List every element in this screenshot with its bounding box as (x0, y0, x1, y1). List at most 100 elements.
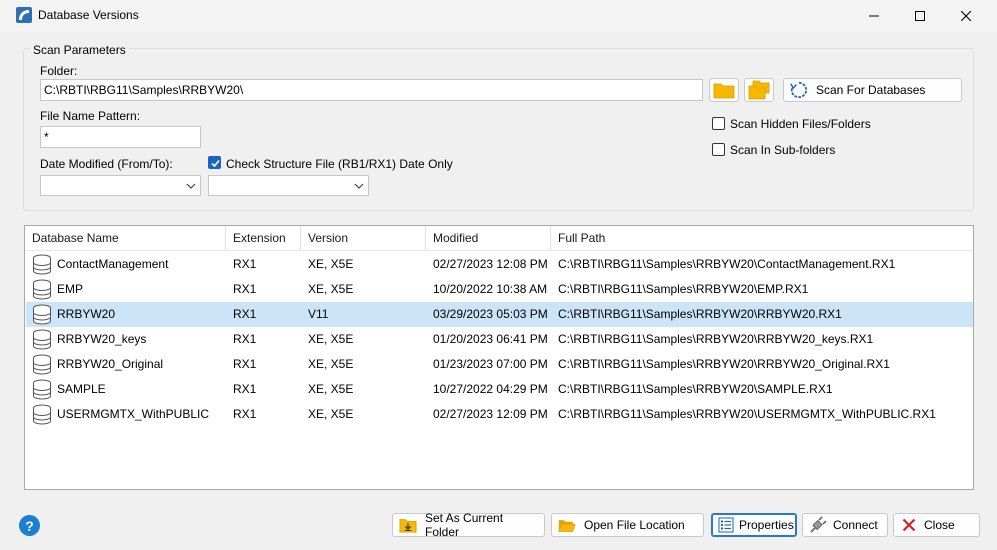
cell-full-path: C:\RBTI\RBG11\Samples\RRBYW20\RRBYW20.RX… (558, 307, 842, 321)
scan-hidden-checkbox[interactable] (712, 117, 725, 130)
properties-list-icon (718, 516, 734, 534)
cell-extension: RX1 (233, 382, 257, 396)
open-folder-icon (558, 516, 576, 534)
minimize-button[interactable] (851, 0, 897, 31)
chevron-down-icon (182, 176, 200, 195)
check-structure-checkbox[interactable] (208, 156, 221, 169)
table-row[interactable]: RRBYW20 RX1 V11 03/29/2023 05:03 PM C:\RBTI\… (26, 302, 973, 327)
cell-version: XE, X5E (308, 382, 354, 396)
close-icon (961, 10, 971, 21)
cell-full-path: C:\RBTI\RBG11\Samples\RRBYW20\SAMPLE.RX1 (558, 382, 833, 396)
close-button[interactable]: Close (893, 513, 980, 537)
column-header-database-name[interactable]: Database Name (25, 226, 226, 251)
cell-extension: RX1 (233, 407, 257, 421)
scan-hidden-label: Scan Hidden Files/Folders (730, 117, 871, 131)
column-header-full-path[interactable]: Full Path (551, 226, 973, 251)
title-bar: Database Versions (0, 0, 997, 31)
chevron-down-icon (350, 176, 368, 195)
cell-modified: 02/27/2023 12:09 PM (433, 407, 548, 421)
cell-version: XE, X5E (308, 407, 354, 421)
date-to-dropdown[interactable] (208, 175, 369, 196)
cell-modified: 03/29/2023 05:03 PM (433, 307, 548, 321)
cell-version: XE, X5E (308, 332, 354, 346)
database-icon (33, 304, 51, 325)
browse-folder-button[interactable] (709, 78, 739, 102)
table-row[interactable]: ContactManagement RX1 XE, X5E 02/27/2023 12… (26, 252, 973, 277)
database-icon (33, 254, 51, 275)
open-file-location-label: Open File Location (584, 518, 685, 532)
column-header-version[interactable]: Version (301, 226, 426, 251)
cell-database-name: ContactManagement (57, 257, 169, 271)
connect-button[interactable]: Connect (802, 513, 888, 537)
folder-download-icon (399, 516, 417, 534)
cell-database-name: RRBYW20_keys (57, 332, 147, 346)
set-as-current-folder-button[interactable]: Set As Current Folder (392, 511, 545, 539)
table-row[interactable]: RRBYW20_keys RX1 XE, X5E 01/20/2023 06:41 P… (26, 327, 973, 352)
cell-modified: 01/23/2023 07:00 PM (433, 357, 548, 371)
properties-button[interactable]: Properties (711, 513, 797, 537)
cell-full-path: C:\RBTI\RBG11\Samples\RRBYW20\RRBYW20_ke… (558, 332, 874, 346)
help-icon: ? (25, 517, 34, 534)
plug-icon (809, 516, 827, 534)
database-icon (33, 354, 51, 375)
cell-full-path: C:\RBTI\RBG11\Samples\RRBYW20\RRBYW20_Or… (558, 357, 890, 371)
database-grid[interactable]: Database Name Extension Version Modified… (24, 225, 974, 490)
cell-extension: RX1 (233, 357, 257, 371)
cell-modified: 10/20/2022 10:38 AM (433, 282, 548, 296)
connect-label: Connect (833, 518, 878, 532)
open-file-location-button[interactable]: Open File Location (551, 513, 704, 537)
refresh-icon (790, 81, 808, 99)
cell-extension: RX1 (233, 307, 257, 321)
scan-for-databases-label: Scan For Databases (816, 83, 926, 97)
date-modified-label: Date Modified (From/To): (40, 157, 173, 171)
scan-subfolders-checkbox[interactable] (712, 143, 725, 156)
properties-label: Properties (739, 518, 794, 532)
folder-icon (713, 83, 735, 99)
database-icon (33, 279, 51, 300)
window-title: Database Versions (38, 8, 139, 22)
cell-modified: 02/27/2023 12:08 PM (433, 257, 548, 271)
close-x-icon (900, 516, 918, 534)
folder-input[interactable] (40, 79, 703, 101)
cell-extension: RX1 (233, 257, 257, 271)
cell-modified: 10/27/2022 04:29 PM (433, 382, 548, 396)
cell-extension: RX1 (233, 332, 257, 346)
set-as-current-folder-label: Set As Current Folder (425, 511, 504, 539)
checkmark-icon (211, 159, 220, 168)
cell-extension: RX1 (233, 282, 257, 296)
help-button[interactable]: ? (19, 515, 40, 536)
column-header-extension[interactable]: Extension (226, 226, 301, 251)
file-name-pattern-input[interactable] (40, 126, 201, 148)
file-name-pattern-label: File Name Pattern: (40, 109, 141, 123)
cell-version: XE, X5E (308, 257, 354, 271)
scan-parameters-legend: Scan Parameters (30, 43, 129, 57)
cell-database-name: RRBYW20_Original (57, 357, 164, 371)
scan-subfolders-label: Scan In Sub-folders (730, 143, 836, 157)
cell-full-path: C:\RBTI\RBG11\Samples\RRBYW20\USERMGMTX_… (558, 407, 936, 421)
column-header-modified[interactable]: Modified (426, 226, 551, 251)
maximize-button[interactable] (897, 0, 943, 31)
cell-database-name: EMP (57, 282, 84, 296)
close-window-button[interactable] (943, 0, 989, 31)
table-row[interactable]: USERMGMTX_WithPUBLIC RX1 XE, X5E 02/27/2023… (26, 402, 973, 427)
cell-version: V11 (308, 307, 329, 321)
cell-full-path: C:\RBTI\RBG11\Samples\RRBYW20\EMP.RX1 (558, 282, 809, 296)
date-from-dropdown[interactable] (40, 175, 201, 196)
cell-modified: 01/20/2023 06:41 PM (433, 332, 548, 346)
check-structure-label: Check Structure File (RB1/RX1) Date Only (226, 157, 453, 171)
table-row[interactable]: EMP RX1 XE, X5E 10/20/2022 10:38 AM C:\RBTI\… (26, 277, 973, 302)
app-icon (16, 7, 32, 23)
cell-database-name: SAMPLE (57, 382, 106, 396)
database-icon (33, 404, 51, 425)
cell-version: XE, X5E (308, 282, 354, 296)
cell-full-path: C:\RBTI\RBG11\Samples\RRBYW20\ContactMan… (558, 257, 896, 271)
minimize-icon (869, 15, 879, 16)
grid-header: Database Name Extension Version Modified… (25, 226, 973, 251)
cell-version: XE, X5E (308, 357, 354, 371)
table-row[interactable]: RRBYW20_Original RX1 XE, X5E 01/23/2023 07:… (26, 352, 973, 377)
browse-folders-button[interactable] (744, 78, 774, 102)
folders-icon (748, 80, 770, 100)
scan-for-databases-button[interactable]: Scan For Databases (783, 78, 962, 102)
table-row[interactable]: SAMPLE RX1 XE, X5E 10/27/2022 04:29 PM C:\RB… (26, 377, 973, 402)
cell-database-name: USERMGMTX_WithPUBLIC (57, 407, 210, 421)
